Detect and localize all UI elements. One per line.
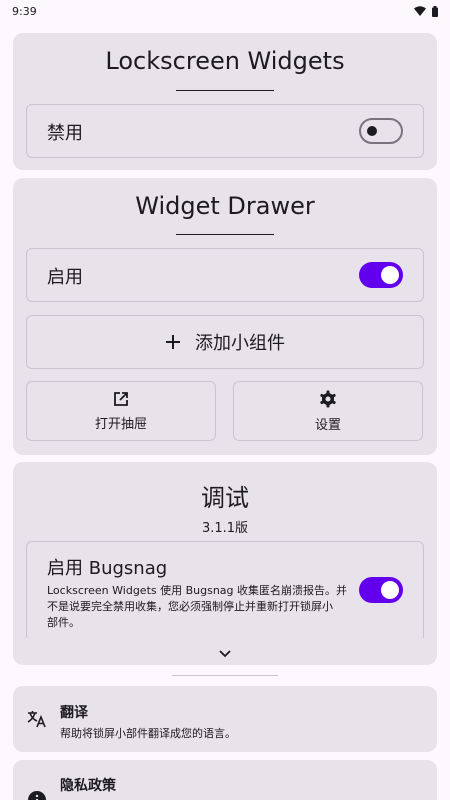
lockscreen-toggle-label: 禁用 [47,123,83,144]
toggle-knob [367,126,377,136]
translate-title: 翻译 [60,705,88,721]
widget-drawer-title: Widget Drawer [135,192,315,220]
bugsnag-row[interactable]: 启用 Bugsnag Lockscreen Widgets 使用 Bugsnag… [26,541,424,638]
wifi-icon [414,6,426,16]
debug-card: 调试 3.1.1版 启用 Bugsnag Lockscreen Widgets … [13,462,437,665]
add-widget-button[interactable]: 添加小组件 [26,315,424,369]
title-divider [176,90,274,91]
open-drawer-button[interactable]: 打开抽屉 [26,381,216,441]
plus-icon [166,335,180,349]
bugsnag-desc-line: 部件。 [47,616,80,629]
settings-button[interactable]: 设置 [233,381,423,441]
bugsnag-desc-line: 不是说要完全禁用收集，您必须强制停止并重新打开锁屏小 [47,600,333,613]
debug-title: 调试 [201,484,249,512]
drawer-toggle-switch[interactable] [359,262,403,288]
info-icon [28,791,46,800]
privacy-card[interactable]: 隐私政策 [13,760,437,800]
status-time: 9:39 [12,4,37,18]
privacy-title: 隐私政策 [60,778,116,794]
toggle-knob [381,266,399,284]
drawer-toggle-label: 启用 [47,267,83,288]
widget-drawer-card: Widget Drawer 启用 添加小组件 打开抽屉 设置 [13,178,437,455]
bugsnag-title: 启用 Bugsnag [47,558,168,579]
lockscreen-widgets-title: Lockscreen Widgets [105,47,345,75]
lockscreen-toggle-switch[interactable] [359,118,403,144]
version-label: 3.1.1版 [201,521,249,536]
translate-card[interactable]: 翻译 帮助将锁屏小部件翻译成您的语言。 [13,686,437,752]
bugsnag-description: Lockscreen Widgets 使用 Bugsnag 收集匿名崩溃报告。并… [47,583,357,631]
toggle-knob [381,581,399,599]
drawer-toggle-row[interactable]: 启用 [26,248,424,302]
translate-description: 帮助将锁屏小部件翻译成您的语言。 [60,727,236,740]
section-divider [172,675,278,676]
open-external-icon [114,391,128,406]
open-drawer-label: 打开抽屉 [94,416,147,432]
title-divider [176,234,274,235]
battery-icon [432,5,438,17]
add-widget-label: 添加小组件 [195,333,285,354]
bugsnag-desc-line: Lockscreen Widgets 使用 Bugsnag 收集匿名崩溃报告。并 [47,584,348,597]
lockscreen-toggle-row[interactable]: 禁用 [26,104,424,158]
lockscreen-widgets-card: Lockscreen Widgets 禁用 [13,33,437,170]
gear-icon [320,390,336,407]
translate-icon [27,711,46,728]
status-bar: 9:39 [0,0,450,22]
status-icons [414,5,438,17]
bugsnag-toggle-switch[interactable] [359,577,403,603]
chevron-down-icon[interactable] [219,650,231,658]
settings-label: 设置 [314,417,341,433]
